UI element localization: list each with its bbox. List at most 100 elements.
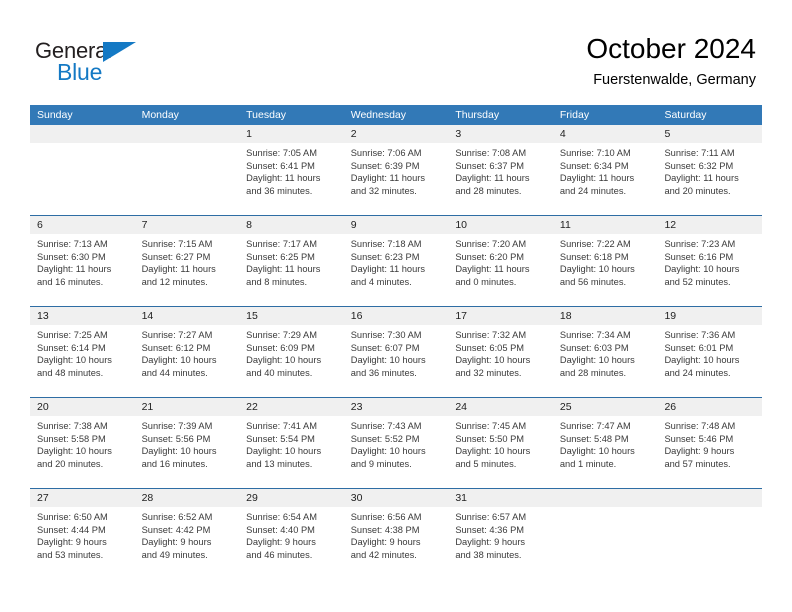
day-detail-text: Sunrise: 7:08 AM Sunset: 6:37 PM Daylight:… bbox=[448, 143, 553, 197]
day-number: 31 bbox=[455, 492, 467, 504]
day-cell[interactable]: 24 Sunrise: 7:45 AM Sunset: 5:50 PM Dayligh… bbox=[448, 398, 553, 488]
day-cell-empty bbox=[657, 489, 763, 579]
day-cell[interactable]: 16 Sunrise: 7:30 AM Sunset: 6:07 PM Dayligh… bbox=[343, 307, 449, 397]
day-cell[interactable]: 6 Sunrise: 7:13 AM Sunset: 6:30 PM Daylight… bbox=[30, 216, 135, 306]
day-detail-line: Daylight: 10 hours bbox=[141, 355, 217, 366]
day-detail-line: Sunrise: 7:41 AM bbox=[246, 421, 317, 431]
day-number: 2 bbox=[350, 128, 357, 140]
day-cell[interactable]: 13 Sunrise: 7:25 AM Sunset: 6:14 PM Dayligh… bbox=[30, 307, 135, 397]
day-number-band bbox=[134, 125, 240, 143]
day-number: 12 bbox=[664, 219, 677, 231]
day-detail-text: Sunrise: 7:23 AM Sunset: 6:16 PM Daylight:… bbox=[657, 234, 762, 288]
day-number-band bbox=[30, 125, 135, 143]
day-number-band: 25 bbox=[552, 398, 658, 416]
day-detail-line: Sunset: 6:41 PM bbox=[246, 160, 315, 171]
weekday-header-saturday: Saturday bbox=[664, 109, 707, 121]
day-detail-text: Sunrise: 7:32 AM Sunset: 6:05 PM Daylight:… bbox=[448, 325, 553, 379]
day-cell[interactable]: 15 Sunrise: 7:29 AM Sunset: 6:09 PM Dayligh… bbox=[239, 307, 344, 397]
day-cell[interactable]: 27 Sunrise: 6:50 AM Sunset: 4:44 PM Dayligh… bbox=[30, 489, 135, 579]
day-detail-line: and 32 minutes. bbox=[455, 367, 522, 378]
day-detail-line: Sunset: 6:09 PM bbox=[246, 342, 315, 353]
day-detail-line: Sunset: 6:32 PM bbox=[664, 160, 734, 171]
day-cell[interactable]: 14 Sunrise: 7:27 AM Sunset: 6:12 PM Dayligh… bbox=[134, 307, 240, 397]
day-cell[interactable]: 7 Sunrise: 7:15 AM Sunset: 6:27 PM Daylight… bbox=[134, 216, 240, 306]
day-detail-line: Daylight: 9 hours bbox=[350, 537, 421, 548]
day-number: 16 bbox=[350, 310, 363, 322]
day-detail-line: Daylight: 9 hours bbox=[455, 537, 526, 548]
day-cell[interactable]: 22 Sunrise: 7:41 AM Sunset: 5:54 PM Dayligh… bbox=[239, 398, 344, 488]
day-number: 21 bbox=[141, 401, 154, 413]
day-cell[interactable]: 8 Sunrise: 7:17 AM Sunset: 6:25 PM Daylight… bbox=[239, 216, 344, 306]
day-cell[interactable]: 5 Sunrise: 7:11 AM Sunset: 6:32 PM Daylight… bbox=[657, 125, 763, 215]
day-number-band: 21 bbox=[134, 398, 240, 416]
day-cell[interactable]: 2 Sunrise: 7:06 AM Sunset: 6:39 PM Daylight… bbox=[343, 125, 449, 215]
day-cell[interactable]: 1 Sunrise: 7:05 AM Sunset: 6:41 PM Daylight… bbox=[239, 125, 344, 215]
day-detail-text: Sunrise: 7:43 AM Sunset: 5:52 PM Daylight:… bbox=[344, 416, 449, 470]
calendar-week-row: 20 Sunrise: 7:38 AM Sunset: 5:58 PM Dayligh… bbox=[30, 397, 763, 488]
day-cell[interactable]: 30 Sunrise: 6:56 AM Sunset: 4:38 PM Dayligh… bbox=[343, 489, 449, 579]
day-detail-line: Sunset: 4:36 PM bbox=[455, 524, 525, 535]
day-number-band: 20 bbox=[30, 398, 135, 416]
day-detail-line: Sunrise: 7:13 AM bbox=[37, 239, 108, 249]
day-detail-text: Sunrise: 7:39 AM Sunset: 5:56 PM Daylight:… bbox=[135, 416, 240, 470]
day-detail-line: Daylight: 11 hours bbox=[559, 173, 635, 184]
weekday-header-wednesday: Wednesday bbox=[350, 109, 406, 121]
day-cell[interactable]: 9 Sunrise: 7:18 AM Sunset: 6:23 PM Daylight… bbox=[343, 216, 449, 306]
general-blue-logo[interactable]: General Blue bbox=[35, 38, 155, 85]
day-number-band bbox=[552, 489, 658, 507]
day-cell[interactable]: 26 Sunrise: 7:48 AM Sunset: 5:46 PM Dayligh… bbox=[657, 398, 763, 488]
day-detail-text: Sunrise: 7:13 AM Sunset: 6:30 PM Daylight:… bbox=[30, 234, 135, 288]
day-cell[interactable]: 20 Sunrise: 7:38 AM Sunset: 5:58 PM Dayligh… bbox=[30, 398, 135, 488]
day-detail-line: Sunset: 6:39 PM bbox=[350, 160, 420, 171]
day-cell[interactable]: 18 Sunrise: 7:34 AM Sunset: 6:03 PM Dayligh… bbox=[552, 307, 658, 397]
day-cell[interactable]: 21 Sunrise: 7:39 AM Sunset: 5:56 PM Dayligh… bbox=[134, 398, 240, 488]
day-detail-text: Sunrise: 7:48 AM Sunset: 5:46 PM Daylight:… bbox=[657, 416, 762, 470]
day-number-band: 24 bbox=[448, 398, 553, 416]
day-detail-line: and 56 minutes. bbox=[559, 276, 627, 287]
day-detail-text: Sunrise: 7:15 AM Sunset: 6:27 PM Daylight:… bbox=[135, 234, 240, 288]
day-number: 5 bbox=[664, 128, 671, 140]
weekday-header-sunday: Sunday bbox=[37, 109, 73, 121]
day-cell[interactable]: 3 Sunrise: 7:08 AM Sunset: 6:37 PM Daylight… bbox=[448, 125, 553, 215]
day-detail-line: Sunset: 6:20 PM bbox=[455, 251, 525, 262]
day-number-band: 29 bbox=[239, 489, 344, 507]
day-cell[interactable]: 28 Sunrise: 6:52 AM Sunset: 4:42 PM Dayligh… bbox=[134, 489, 240, 579]
day-detail-text: Sunrise: 7:29 AM Sunset: 6:09 PM Daylight:… bbox=[239, 325, 344, 379]
day-number-band: 2 bbox=[343, 125, 449, 143]
day-detail-line: and 48 minutes. bbox=[37, 367, 104, 378]
day-detail-line: Daylight: 11 hours bbox=[246, 264, 321, 275]
day-detail-line: Daylight: 10 hours bbox=[664, 355, 740, 366]
day-detail-line: Sunset: 6:27 PM bbox=[141, 251, 211, 262]
day-number-band: 16 bbox=[343, 307, 449, 325]
day-detail-text: Sunrise: 6:54 AM Sunset: 4:40 PM Daylight:… bbox=[239, 507, 344, 561]
day-cell[interactable]: 12 Sunrise: 7:23 AM Sunset: 6:16 PM Dayligh… bbox=[657, 216, 763, 306]
day-number: 20 bbox=[37, 401, 49, 413]
day-cell[interactable]: 25 Sunrise: 7:47 AM Sunset: 5:48 PM Dayligh… bbox=[552, 398, 658, 488]
day-number: 11 bbox=[559, 219, 571, 231]
day-cell[interactable]: 10 Sunrise: 7:20 AM Sunset: 6:20 PM Dayligh… bbox=[448, 216, 553, 306]
day-detail-line: Daylight: 11 hours bbox=[664, 173, 739, 184]
day-detail-text bbox=[30, 143, 135, 147]
day-detail-text: Sunrise: 7:06 AM Sunset: 6:39 PM Daylight:… bbox=[344, 143, 449, 197]
day-cell[interactable]: 29 Sunrise: 6:54 AM Sunset: 4:40 PM Dayligh… bbox=[239, 489, 344, 579]
day-number-band: 10 bbox=[448, 216, 553, 234]
day-detail-line: and 36 minutes. bbox=[246, 185, 313, 196]
day-detail-line: Daylight: 9 hours bbox=[664, 446, 735, 457]
day-detail-line: Daylight: 9 hours bbox=[37, 537, 107, 548]
day-cell[interactable]: 4 Sunrise: 7:10 AM Sunset: 6:34 PM Daylight… bbox=[552, 125, 658, 215]
day-detail-line: Sunset: 4:42 PM bbox=[141, 524, 211, 535]
day-cell-empty bbox=[30, 125, 135, 215]
day-cell[interactable]: 17 Sunrise: 7:32 AM Sunset: 6:05 PM Dayligh… bbox=[448, 307, 553, 397]
day-detail-line: Daylight: 10 hours bbox=[37, 355, 112, 366]
day-cell[interactable]: 31 Sunrise: 6:57 AM Sunset: 4:36 PM Dayligh… bbox=[448, 489, 553, 579]
day-detail-line: Sunset: 6:01 PM bbox=[664, 342, 734, 353]
day-cell[interactable]: 19 Sunrise: 7:36 AM Sunset: 6:01 PM Dayligh… bbox=[657, 307, 763, 397]
day-number-band: 28 bbox=[134, 489, 240, 507]
day-number: 13 bbox=[37, 310, 49, 322]
day-number-band: 8 bbox=[239, 216, 344, 234]
day-detail-line: Sunrise: 7:34 AM bbox=[559, 330, 631, 340]
day-cell[interactable]: 23 Sunrise: 7:43 AM Sunset: 5:52 PM Dayligh… bbox=[343, 398, 449, 488]
day-cell[interactable]: 11 Sunrise: 7:22 AM Sunset: 6:18 PM Dayligh… bbox=[552, 216, 658, 306]
day-number: 27 bbox=[37, 492, 49, 504]
day-number-band: 22 bbox=[239, 398, 344, 416]
